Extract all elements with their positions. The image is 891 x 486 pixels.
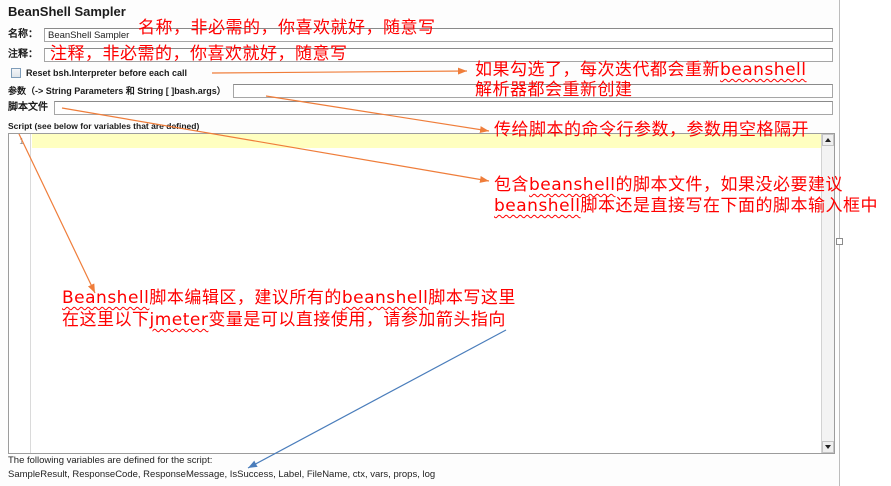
reset-interpreter-label[interactable]: Reset bsh.Interpreter before each call bbox=[26, 68, 187, 79]
script-editor-label: Script (see below for variables that are… bbox=[8, 121, 200, 131]
editor-annotation-line-2: 在这里以下jmeter变量是可以直接使用，请参加箭头指向 bbox=[62, 310, 506, 330]
annotation-text: 脚本还是直接写在下面的脚本输入框中 bbox=[580, 196, 878, 216]
variables-help-intro: The following variables are defined for … bbox=[8, 455, 213, 466]
comment-annotation: 注释，非必需的，你喜欢就好，随意写 bbox=[50, 44, 348, 64]
annotation-keyword: beanshell bbox=[720, 60, 807, 80]
scroll-down-button[interactable] bbox=[822, 441, 834, 453]
scroll-up-button[interactable] bbox=[822, 134, 834, 146]
name-label: 名称： bbox=[8, 29, 38, 40]
name-annotation: 名称，非必需的，你喜欢就好，随意写 bbox=[138, 18, 436, 38]
annotation-text: 变量是可以直接使用，请参加箭头指向 bbox=[208, 310, 506, 330]
panel-title: BeanShell Sampler bbox=[8, 4, 126, 19]
annotation-text: 在这里以下 bbox=[62, 310, 150, 330]
reset-annotation-line-1: 如果勾选了，每次迭代都会重新beanshell bbox=[475, 60, 806, 80]
annotation-text: 包含 bbox=[494, 175, 529, 195]
script-file-field[interactable] bbox=[54, 101, 833, 115]
reset-interpreter-row: Reset bsh.Interpreter before each call bbox=[11, 67, 187, 79]
line-number-gutter: 1 bbox=[9, 134, 31, 453]
annotation-keyword: jmeter bbox=[149, 310, 209, 330]
script-file-annotation-line-1: 包含beanshell的脚本文件，如果没必要建议 bbox=[494, 175, 843, 195]
reset-interpreter-checkbox[interactable] bbox=[11, 68, 21, 78]
reset-annotation-line-2: 解析器都会重新创建 bbox=[475, 80, 633, 100]
annotation-text: 解析器都会重新创建 bbox=[475, 80, 633, 100]
script-file-row: 脚本文件 bbox=[8, 101, 833, 115]
parameters-annotation: 传给脚本的命令行参数，参数用空格隔开 bbox=[494, 120, 809, 140]
line-number: 1 bbox=[19, 136, 24, 146]
variables-help-list: SampleResult, ResponseCode, ResponseMess… bbox=[8, 469, 436, 480]
splitter-resize-handle[interactable] bbox=[836, 238, 843, 245]
scroll-down-arrow-icon bbox=[825, 445, 831, 449]
script-file-label: 脚本文件 bbox=[8, 102, 48, 113]
annotation-keyword: beanshell bbox=[341, 288, 429, 308]
comments-label: 注释： bbox=[8, 49, 38, 60]
annotation-text: 脚本编辑区，建议所有的 bbox=[149, 288, 342, 308]
annotation-text: 脚本写这里 bbox=[428, 288, 516, 308]
script-file-annotation-line-2: beanshell脚本还是直接写在下面的脚本输入框中 bbox=[494, 196, 878, 216]
scroll-up-arrow-icon bbox=[825, 138, 831, 142]
annotation-keyword: beanshell bbox=[494, 196, 581, 216]
annotation-keyword: beanshell bbox=[529, 175, 616, 195]
parameters-label: 参数（-> String Parameters 和 String [ ]bash… bbox=[8, 86, 226, 96]
annotation-text: 的脚本文件，如果没必要建议 bbox=[615, 175, 843, 195]
editor-annotation-line-1: Beanshell脚本编辑区，建议所有的beanshell脚本写这里 bbox=[62, 288, 516, 308]
annotation-keyword: Beanshell bbox=[62, 288, 150, 308]
parameters-row: 参数（-> String Parameters 和 String [ ]bash… bbox=[8, 84, 833, 98]
annotation-text: 如果勾选了，每次迭代都会重新 bbox=[475, 60, 720, 80]
